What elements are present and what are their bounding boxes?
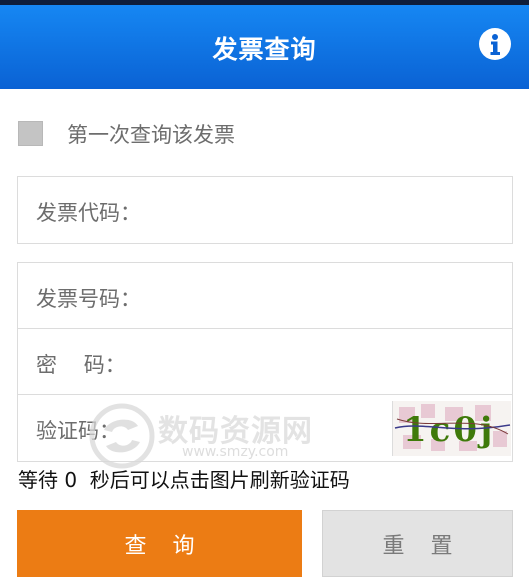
first-query-option[interactable]: 第一次查询该发票 [18,117,418,151]
captcha-image[interactable]: 1c0j [392,401,511,456]
invoice-query-screen: 发票查询 第一次查询该发票 发票代码： 发票号码： 密 码： 验证码： 1c0j… [0,0,529,579]
app-bar: 发票查询 [0,5,529,89]
invoice-code-box: 发票代码： [17,176,513,244]
invoice-code-input[interactable] [158,189,498,231]
invoice-number-input[interactable] [158,275,498,317]
password-input[interactable] [158,341,498,383]
info-icon[interactable] [479,28,511,60]
captcha-text: 1c0j [403,410,495,450]
invoice-code-label: 发票代码： [36,201,141,225]
invoice-details-box: 发票号码： 密 码： 验证码： 1c0j [17,262,513,462]
captcha-row: 验证码： 1c0j [18,395,512,461]
invoice-number-row: 发票号码： [18,263,512,329]
invoice-code-row: 发票代码： [18,177,512,243]
captcha-refresh-hint: 等待 0 秒后可以点击图片刷新验证码 [18,468,350,492]
first-query-label: 第一次查询该发票 [67,123,235,147]
invoice-number-label: 发票号码： [36,287,141,311]
captcha-label: 验证码： [36,419,120,443]
reset-button[interactable]: 重置 [322,510,513,577]
captcha-picture: 1c0j [393,401,511,456]
page-title: 发票查询 [212,35,317,64]
info-icon-glyph [490,34,500,55]
captcha-input[interactable] [158,407,382,449]
password-label: 密 码： [36,353,126,377]
password-row: 密 码： [18,329,512,395]
first-query-checkbox[interactable] [18,121,43,146]
query-button[interactable]: 查询 [17,510,302,577]
